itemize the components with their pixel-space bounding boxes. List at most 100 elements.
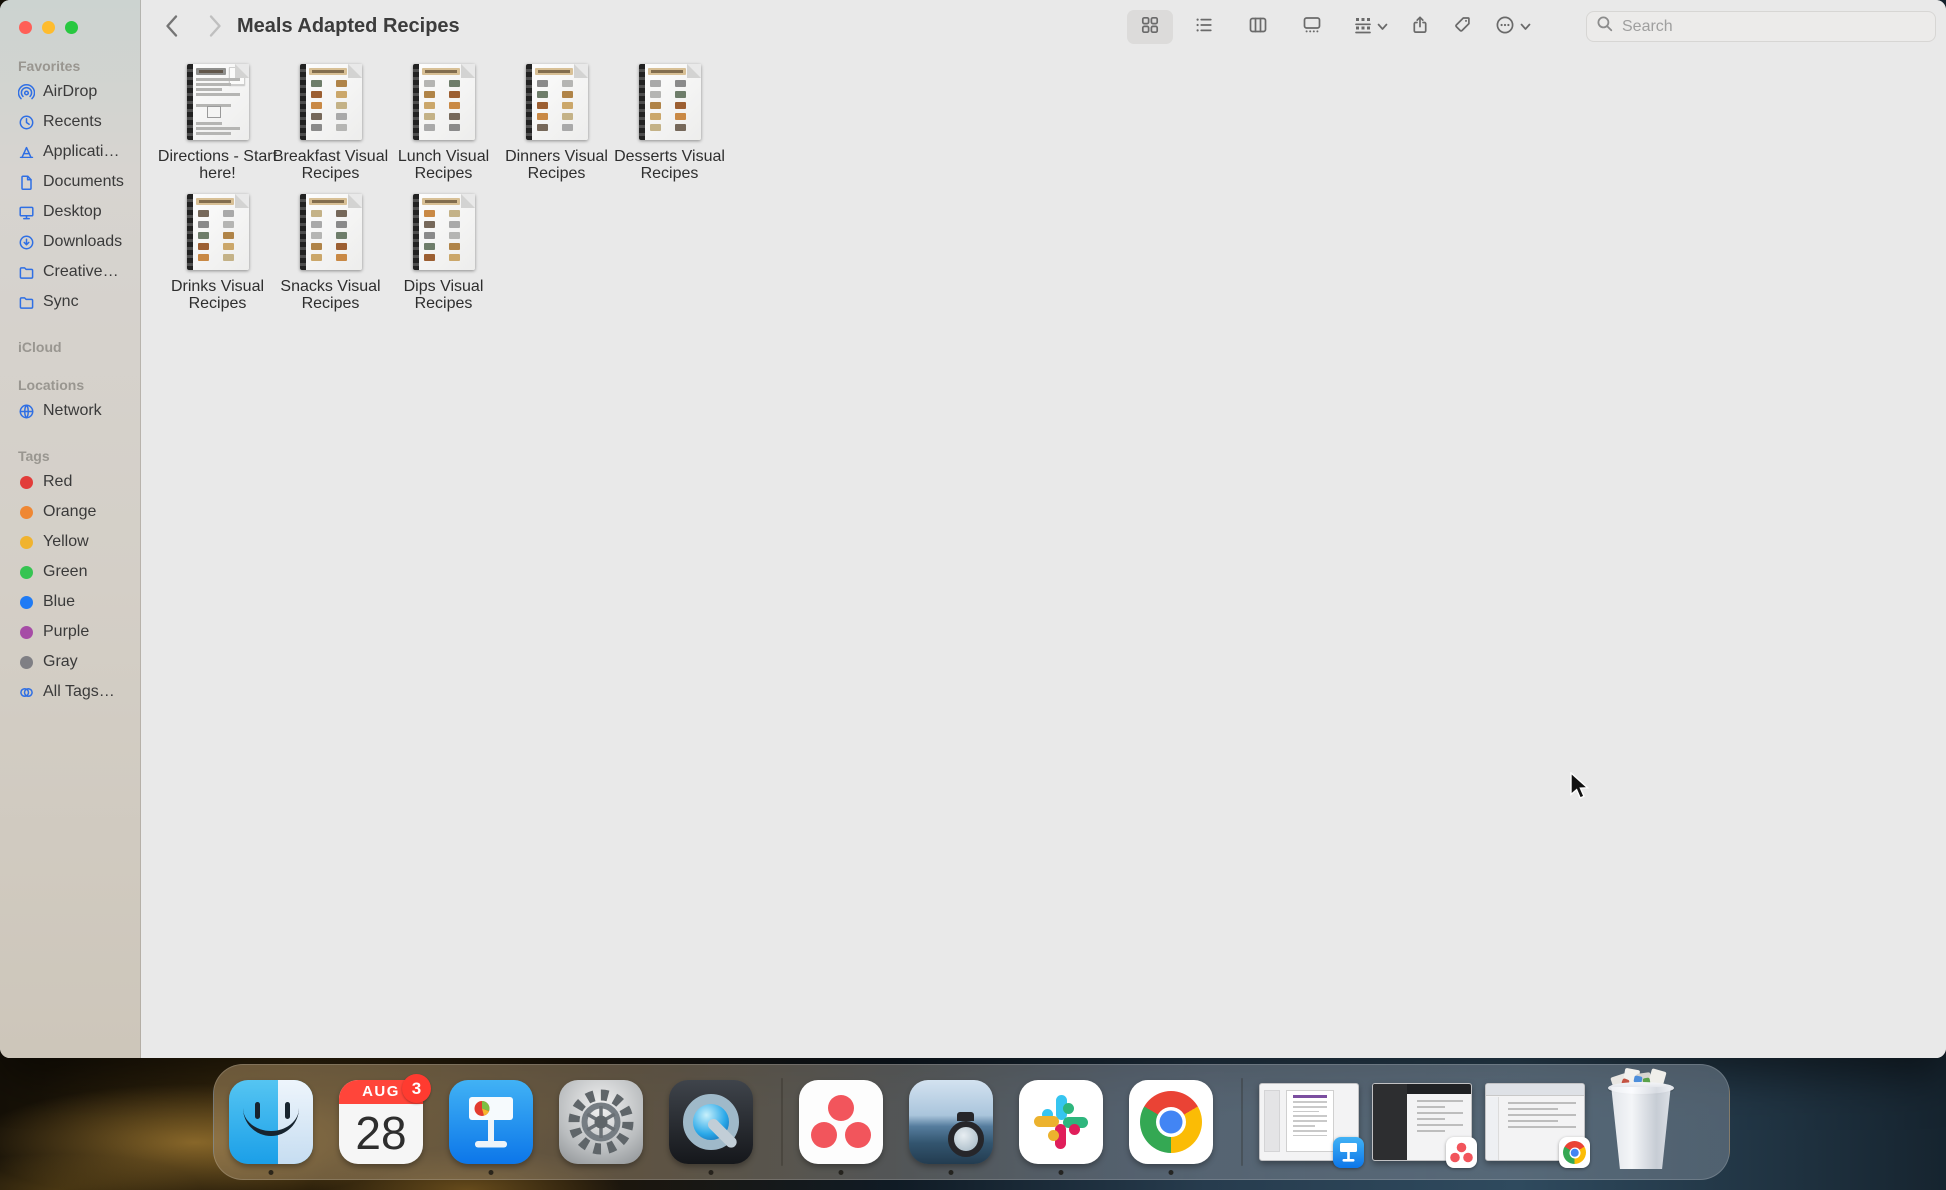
file-name: Dinners Visual Recipes: [494, 148, 620, 182]
recipe-title-bar: [648, 68, 686, 75]
trash-full-icon[interactable]: [1604, 1073, 1678, 1171]
column-view-button[interactable]: [1235, 10, 1281, 44]
page-fold: [461, 194, 475, 208]
file-name: Drinks Visual Recipes: [155, 278, 281, 312]
sidebar-item-label: Downloads: [43, 233, 122, 251]
appstore-icon: [17, 143, 35, 161]
back-button[interactable]: [160, 13, 182, 39]
recipe-image-grid: [311, 210, 349, 261]
dock-chrome[interactable]: [1129, 1080, 1213, 1164]
gallery-view-button[interactable]: [1289, 10, 1335, 44]
sidebar-item-recents[interactable]: Recents: [0, 107, 140, 137]
running-indicator: [1169, 1170, 1174, 1175]
dock-settings[interactable]: [559, 1080, 643, 1164]
sidebar-item-red[interactable]: Red: [0, 467, 140, 497]
dock-asana[interactable]: [799, 1080, 883, 1164]
dock-finder[interactable]: [229, 1080, 313, 1164]
tags-button[interactable]: [1446, 10, 1478, 44]
file-item-drinks-visual-recipes[interactable]: Drinks Visual Recipes: [161, 194, 274, 312]
content-area: Meals Adapted Recipes Directions - Start…: [142, 0, 1946, 1058]
running-indicator: [269, 1170, 274, 1175]
desktop-icon: [17, 203, 35, 221]
sidebar-item-applicati[interactable]: Applicati…: [0, 137, 140, 167]
file-item-dinners-visual-recipes[interactable]: Dinners Visual Recipes: [500, 64, 613, 182]
file-name: Dips Visual Recipes: [381, 278, 507, 312]
file-name: Desserts Visual Recipes: [607, 148, 733, 182]
recipe-image-grid: [311, 80, 349, 131]
section-label-locations: Locations: [0, 377, 140, 393]
binding-spine: [300, 64, 306, 140]
tag-dot: [17, 533, 35, 551]
file-item-directions-start-here[interactable]: Directions - Start here!: [161, 64, 274, 182]
icon-view-button[interactable]: [1127, 10, 1173, 44]
sidebar-item-blue[interactable]: Blue: [0, 587, 140, 617]
file-item-breakfast-visual-recipes[interactable]: Breakfast Visual Recipes: [274, 64, 387, 182]
list-view-button[interactable]: [1181, 10, 1227, 44]
dock-preview[interactable]: [909, 1080, 993, 1164]
chevron-down-icon: [1520, 18, 1531, 36]
sidebar-item-yellow[interactable]: Yellow: [0, 527, 140, 557]
share-button[interactable]: [1404, 10, 1436, 44]
recipe-image-grid: [198, 210, 236, 261]
mouse-cursor: [1569, 772, 1595, 807]
file-item-desserts-visual-recipes[interactable]: Desserts Visual Recipes: [613, 64, 726, 182]
sidebar-item-gray[interactable]: Gray: [0, 647, 140, 677]
file-item-lunch-visual-recipes[interactable]: Lunch Visual Recipes: [387, 64, 500, 182]
close-button[interactable]: [19, 21, 32, 34]
recipe-image-grid: [424, 80, 462, 131]
sidebar-item-orange[interactable]: Orange: [0, 497, 140, 527]
sidebar-item-purple[interactable]: Purple: [0, 617, 140, 647]
document-thumbnail: [526, 64, 588, 140]
more-options-icon: [1494, 14, 1516, 41]
page-fold: [461, 64, 475, 78]
settings-icon: [559, 1080, 643, 1164]
sidebar-item-label: Network: [43, 402, 102, 420]
search-input[interactable]: [1620, 17, 1926, 37]
quicktime-icon: [669, 1080, 753, 1164]
sidebar-item-documents[interactable]: Documents: [0, 167, 140, 197]
page-fold: [235, 194, 249, 208]
minimized-asana-window[interactable]: [1372, 1083, 1472, 1161]
group-by-button[interactable]: [1347, 10, 1394, 44]
search-icon: [1596, 15, 1614, 38]
binding-spine: [639, 64, 645, 140]
sidebar-item-sync[interactable]: Sync: [0, 287, 140, 317]
chrome-icon: [1129, 1080, 1213, 1164]
dock-keynote[interactable]: [449, 1080, 533, 1164]
chevron-down-icon: [1377, 18, 1388, 36]
sidebar-item-desktop[interactable]: Desktop: [0, 197, 140, 227]
sidebar-item-label: Purple: [43, 623, 89, 641]
running-indicator: [709, 1170, 714, 1175]
minimize-button[interactable]: [42, 21, 55, 34]
sidebar-item-label: Green: [43, 563, 87, 581]
forward-button[interactable]: [204, 13, 226, 39]
sidebar-item-label: All Tags…: [43, 683, 115, 701]
binding-spine: [413, 194, 419, 270]
more-options-button[interactable]: [1488, 10, 1537, 44]
folder-icon: [17, 263, 35, 281]
running-indicator: [949, 1170, 954, 1175]
tag-dot: [17, 473, 35, 491]
sidebar-item-green[interactable]: Green: [0, 557, 140, 587]
search-field[interactable]: [1586, 11, 1936, 42]
tag-dot: [17, 563, 35, 581]
sidebar-item-network[interactable]: Network: [0, 396, 140, 426]
dock-slack[interactable]: [1019, 1080, 1103, 1164]
sidebar-item-downloads[interactable]: Downloads: [0, 227, 140, 257]
toolbar: Meals Adapted Recipes: [142, 0, 1946, 54]
recipe-image-grid: [650, 80, 688, 131]
sidebar-item-label: Sync: [43, 293, 79, 311]
tags-icon: [1452, 15, 1472, 40]
file-item-snacks-visual-recipes[interactable]: Snacks Visual Recipes: [274, 194, 387, 312]
sidebar-item-airdrop[interactable]: AirDrop: [0, 77, 140, 107]
sidebar-item-label: Recents: [43, 113, 102, 131]
dock-calendar[interactable]: AUG283: [339, 1080, 423, 1164]
dock-quicktime[interactable]: [669, 1080, 753, 1164]
tag-dot: [17, 653, 35, 671]
minimized-keynote-document-window[interactable]: [1259, 1083, 1359, 1161]
zoom-button[interactable]: [65, 21, 78, 34]
file-item-dips-visual-recipes[interactable]: Dips Visual Recipes: [387, 194, 500, 312]
sidebar-item-creative[interactable]: Creative…: [0, 257, 140, 287]
sidebar-item-all-tags[interactable]: All Tags…: [0, 677, 140, 707]
minimized-chrome-window[interactable]: [1485, 1083, 1585, 1161]
